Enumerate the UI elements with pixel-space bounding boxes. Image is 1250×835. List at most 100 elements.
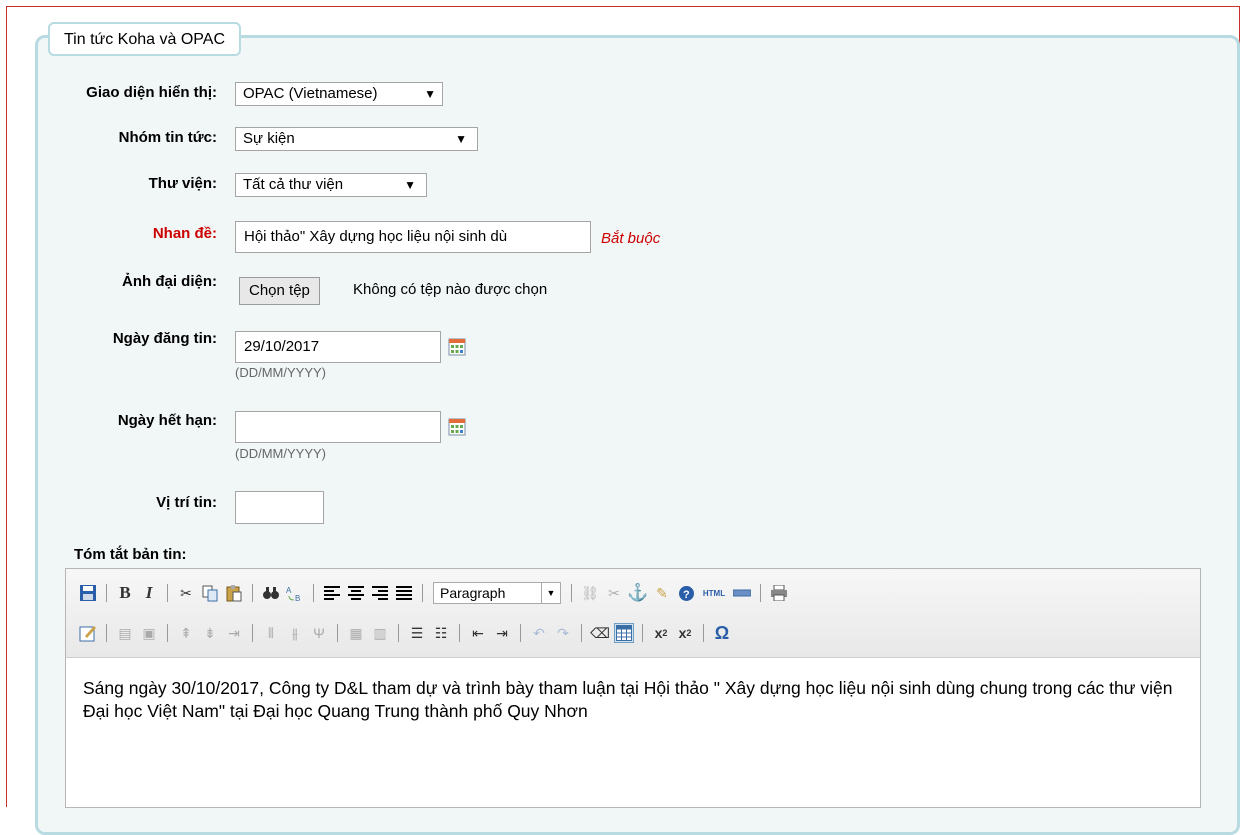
- editor-toolbar: B I ✂ AB Paragraph ▼ ⛓ ✂ ⚓ ✎ ? HTML ▤ ▣ …: [66, 569, 1200, 658]
- help-icon[interactable]: ?: [676, 583, 696, 603]
- toolbar-separator: [520, 624, 521, 642]
- cleanup-icon[interactable]: ✎: [652, 583, 672, 603]
- group-select[interactable]: Sự kiện ▼: [235, 127, 478, 151]
- subscript-icon[interactable]: x2: [651, 623, 671, 643]
- toolbar-separator: [760, 584, 761, 602]
- library-select[interactable]: Tất cả thư viện ▼: [235, 173, 427, 197]
- chevron-down-icon: ▼: [404, 178, 416, 192]
- toolbar-separator: [106, 624, 107, 642]
- insert-row-after-icon[interactable]: ⇟: [200, 623, 220, 643]
- bold-icon[interactable]: B: [115, 583, 135, 603]
- display-select[interactable]: OPAC (Vietnamese) ▼: [235, 82, 443, 106]
- editor-content[interactable]: Sáng ngày 30/10/2017, Công ty D&L tham d…: [83, 677, 1184, 723]
- fieldset-legend: Tin tức Koha và OPAC: [48, 22, 241, 56]
- position-input[interactable]: [235, 491, 324, 524]
- toolbar-separator: [167, 584, 168, 602]
- summary-label: Tóm tắt bản tin:: [74, 546, 187, 563]
- align-center-icon[interactable]: [346, 583, 366, 603]
- format-select-value: Paragraph: [440, 585, 506, 601]
- toolbar-separator: [106, 584, 107, 602]
- title-label: Nhan đề:: [152, 225, 217, 242]
- expiry-date-input[interactable]: [235, 411, 441, 443]
- chevron-down-icon: ▼: [424, 87, 436, 101]
- format-select[interactable]: Paragraph ▼: [433, 582, 561, 604]
- insert-row-before-icon[interactable]: ⇞: [176, 623, 196, 643]
- align-left-icon[interactable]: [322, 583, 342, 603]
- superscript-icon[interactable]: x2: [675, 623, 695, 643]
- outdent-icon[interactable]: ⇤: [468, 623, 488, 643]
- cell-props-icon[interactable]: ▣: [139, 623, 159, 643]
- row-props-icon[interactable]: ▤: [115, 623, 135, 643]
- undo-icon[interactable]: ↶: [529, 623, 549, 643]
- toolbar-separator: [703, 624, 704, 642]
- library-select-value: Tất cả thư viện: [243, 176, 344, 193]
- expiry-date-label: Ngày hết hạn:: [117, 412, 217, 429]
- save-icon[interactable]: [78, 583, 98, 603]
- copy-icon[interactable]: [200, 583, 220, 603]
- toolbar-separator: [642, 624, 643, 642]
- split-cells-icon[interactable]: ▦: [346, 623, 366, 643]
- link-icon[interactable]: ⛓: [580, 583, 600, 603]
- horizontal-rule-icon[interactable]: [732, 583, 752, 603]
- toolbar-separator: [398, 624, 399, 642]
- group-label: Nhóm tin tức:: [118, 129, 217, 146]
- position-label: Vị trí tin:: [156, 494, 217, 511]
- publish-date-input[interactable]: 29/10/2017: [235, 331, 441, 363]
- svg-text:B: B: [295, 594, 300, 602]
- chevron-down-icon: ▼: [541, 583, 560, 603]
- required-note: Bắt buộc: [601, 230, 661, 247]
- toolbar-separator: [422, 584, 423, 602]
- expiry-date-hint: (DD/MM/YYYY): [235, 446, 326, 461]
- display-select-value: OPAC (Vietnamese): [243, 85, 378, 102]
- svg-text:A: A: [286, 586, 292, 595]
- image-label: Ảnh đại diện:: [122, 273, 217, 290]
- redo-icon[interactable]: ↷: [553, 623, 573, 643]
- chevron-down-icon: ▼: [455, 132, 467, 146]
- delete-col-icon[interactable]: Ψ: [309, 623, 329, 643]
- delete-row-icon[interactable]: ⇥: [224, 623, 244, 643]
- choose-file-button[interactable]: Chọn tệp: [239, 277, 320, 305]
- toolbar-row-2: ▤ ▣ ⇞ ⇟ ⇥ ⫴ ⫵ Ψ ▦ ▥ ☰ ☷ ⇤ ⇥ ↶ ↷ ⌫ x 2 x …: [76, 620, 734, 646]
- toolbar-row-1: B I ✂ AB Paragraph ▼ ⛓ ✂ ⚓ ✎ ? HTML: [76, 580, 791, 606]
- toolbar-separator: [252, 584, 253, 602]
- html-source-icon[interactable]: HTML: [700, 583, 728, 603]
- toolbar-separator: [313, 584, 314, 602]
- eraser-icon[interactable]: ⌫: [590, 623, 610, 643]
- library-label: Thư viện:: [148, 175, 217, 192]
- anchor-icon[interactable]: ⚓: [627, 583, 648, 603]
- toolbar-separator: [581, 624, 582, 642]
- svg-text:?: ?: [683, 589, 690, 601]
- calendar-icon[interactable]: [448, 338, 466, 356]
- toolbar-separator: [459, 624, 460, 642]
- print-icon[interactable]: [769, 583, 789, 603]
- file-status: Không có tệp nào được chọn: [353, 281, 548, 298]
- insert-col-after-icon[interactable]: ⫵: [285, 623, 305, 643]
- calendar-icon[interactable]: [448, 418, 466, 436]
- group-select-value: Sự kiện: [243, 130, 295, 147]
- merge-cells-icon[interactable]: ▥: [370, 623, 390, 643]
- display-label: Giao diện hiển thị:: [86, 84, 217, 101]
- toolbar-separator: [252, 624, 253, 642]
- toolbar-separator: [571, 584, 572, 602]
- italic-icon[interactable]: I: [139, 583, 159, 603]
- edit-style-icon[interactable]: [78, 623, 98, 643]
- title-input[interactable]: Hội thảo" Xây dựng học liệu nội sinh dù: [235, 221, 591, 253]
- publish-date-label: Ngày đăng tin:: [112, 330, 217, 347]
- special-char-icon[interactable]: Ω: [712, 623, 732, 643]
- bullet-list-icon[interactable]: ☰: [407, 623, 427, 643]
- align-justify-icon[interactable]: [394, 583, 414, 603]
- toolbar-separator: [337, 624, 338, 642]
- replace-icon[interactable]: AB: [285, 583, 305, 603]
- rich-text-editor[interactable]: B I ✂ AB Paragraph ▼ ⛓ ✂ ⚓ ✎ ? HTML ▤ ▣ …: [65, 568, 1201, 808]
- cut-icon[interactable]: ✂: [176, 583, 196, 603]
- align-right-icon[interactable]: [370, 583, 390, 603]
- publish-date-hint: (DD/MM/YYYY): [235, 365, 326, 380]
- insert-col-before-icon[interactable]: ⫴: [261, 623, 281, 643]
- unlink-icon[interactable]: ✂: [604, 583, 624, 603]
- paste-icon[interactable]: [224, 583, 244, 603]
- toolbar-separator: [167, 624, 168, 642]
- numbered-list-icon[interactable]: ☷: [431, 623, 451, 643]
- find-icon[interactable]: [261, 583, 281, 603]
- table-icon[interactable]: [614, 623, 634, 643]
- indent-icon[interactable]: ⇥: [492, 623, 512, 643]
